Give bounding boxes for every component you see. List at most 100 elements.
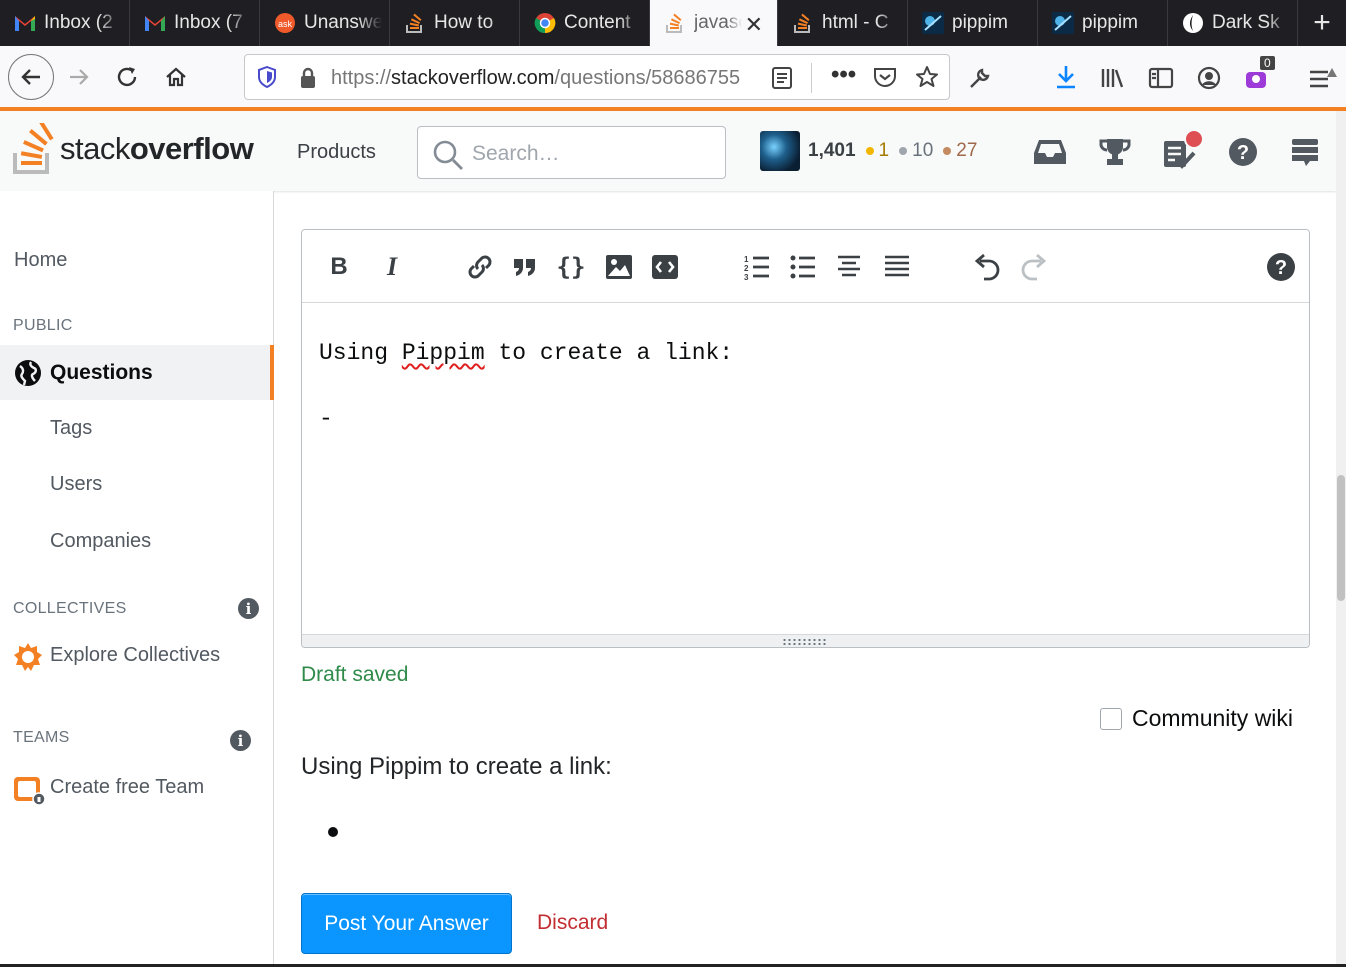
editor-toolbar: B I {} 123 ? (302, 230, 1309, 303)
blockquote-button[interactable] (510, 252, 540, 282)
undo-button[interactable] (972, 252, 1002, 282)
bronze-badge-icon (943, 147, 952, 155)
library-icon[interactable] (1100, 66, 1126, 90)
tab-title: pippim (1082, 12, 1138, 33)
close-tab-icon[interactable]: ✕ (745, 12, 763, 38)
products-menu[interactable]: Products (297, 141, 376, 164)
snippet-icon (652, 255, 678, 279)
sidebar-item-home[interactable]: Home (14, 249, 67, 272)
horizontal-rule-button[interactable] (882, 252, 912, 282)
askubuntu-icon: ask (274, 12, 296, 34)
info-icon[interactable]: i (230, 730, 251, 751)
extension-button[interactable]: 0 (1244, 56, 1275, 92)
browser-tab[interactable]: ask Unanswered (260, 0, 390, 46)
pippim-icon (922, 12, 944, 34)
preview-paragraph: Using Pippim to create a link: (301, 753, 612, 780)
info-icon[interactable]: i (238, 598, 259, 619)
browser-tab[interactable]: pippim (1038, 0, 1168, 46)
browser-tab[interactable]: How to (390, 0, 520, 46)
bold-button[interactable]: B (324, 252, 354, 282)
tab-title: How to (434, 12, 494, 33)
editor-help-button[interactable]: ? (1266, 252, 1296, 282)
page-scrollbar[interactable] (1336, 111, 1346, 967)
lock-icon[interactable] (299, 67, 317, 89)
link-button[interactable] (465, 252, 495, 282)
browser-tab[interactable]: Inbox (2 (0, 0, 130, 46)
url-bar[interactable]: https://stackoverflow.com/questions/5868… (244, 54, 950, 100)
svg-text:2: 2 (744, 264, 749, 273)
download-icon[interactable] (1054, 64, 1078, 90)
sidebar-item-create-team[interactable]: Create free Team (50, 776, 204, 799)
code-button[interactable]: {} (556, 252, 586, 282)
sidebar-heading-collectives: COLLECTIVES (13, 600, 127, 617)
stackoverflow-icon (404, 12, 426, 34)
forward-button[interactable] (58, 56, 100, 98)
heading-button[interactable] (834, 252, 864, 282)
stackoverflow-logo[interactable]: stackoverflow (12, 123, 254, 175)
inbox-button[interactable] (1031, 133, 1069, 171)
tab-title: html - C (822, 12, 889, 33)
new-tab-button[interactable]: + (1298, 0, 1346, 46)
browser-tab[interactable]: html - C (778, 0, 908, 46)
globe-icon (15, 360, 41, 386)
image-button[interactable] (604, 252, 634, 282)
sidebar-item-label: Questions (50, 361, 153, 384)
answer-textarea[interactable]: Using Pippim to create a link: - (319, 320, 733, 452)
url-text[interactable]: https://stackoverflow.com/questions/5868… (331, 67, 761, 90)
pocket-icon[interactable] (873, 66, 897, 88)
snippet-button[interactable] (650, 252, 680, 282)
sidebar-item-tags[interactable]: Tags (50, 417, 92, 440)
logo-text-light: stack (60, 131, 130, 166)
scrollbar-thumb[interactable] (1337, 475, 1345, 601)
browser-tab[interactable]: pippim (908, 0, 1038, 46)
community-wiki-label[interactable]: Community wiki (1132, 705, 1293, 732)
pippim-icon (1052, 12, 1074, 34)
resize-grip[interactable] (302, 634, 1309, 647)
sidebar-item-explore-collectives[interactable]: Explore Collectives (50, 644, 220, 667)
account-icon[interactable] (1196, 65, 1222, 91)
search-input[interactable]: Search… (417, 126, 726, 179)
horizontal-rule-icon (885, 255, 909, 277)
shield-icon[interactable] (257, 66, 277, 88)
community-wiki-option[interactable]: Community wiki (1100, 705, 1293, 732)
browser-tab-active[interactable]: javascript ✕ (650, 0, 778, 46)
italic-button[interactable]: I (377, 252, 407, 282)
silver-badge-count: 10 (912, 140, 934, 161)
browser-navbar: https://stackoverflow.com/questions/5868… (0, 46, 1346, 108)
sidebar-item-users[interactable]: Users (50, 473, 102, 496)
browser-tab[interactable]: Content (520, 0, 650, 46)
user-profile[interactable]: 1,401 1 10 27 (760, 131, 977, 171)
home-button[interactable] (155, 56, 197, 98)
bookmark-star-icon[interactable] (915, 65, 939, 89)
url-host: stackoverflow.com (391, 67, 555, 89)
bronze-badges: 27 (943, 140, 977, 162)
sidebar-item-companies[interactable]: Companies (50, 530, 151, 553)
menu-icon[interactable] (1308, 66, 1338, 92)
achievements-button[interactable] (1096, 133, 1134, 171)
collectives-icon (14, 643, 42, 671)
bulleted-list-icon (790, 255, 815, 279)
help-button[interactable]: ? (1224, 133, 1262, 171)
back-button[interactable] (8, 54, 54, 100)
tab-title: Unanswered (304, 12, 382, 33)
redo-button[interactable] (1019, 252, 1049, 282)
sidebar-toggle-icon[interactable] (1148, 66, 1174, 90)
heading-icon (838, 255, 860, 277)
wrench-icon[interactable] (968, 66, 992, 90)
sidebar-item-questions[interactable]: Questions (0, 345, 274, 400)
numbered-list-button[interactable]: 123 (742, 252, 772, 282)
reload-button[interactable] (106, 56, 148, 98)
reader-view-icon[interactable] (771, 66, 793, 90)
silver-badges: 10 (899, 140, 933, 162)
more-actions-icon[interactable]: ••• (831, 61, 856, 89)
site-switcher-button[interactable] (1286, 133, 1324, 171)
tab-title: Inbox (7 (174, 12, 243, 33)
community-wiki-checkbox[interactable] (1100, 707, 1122, 730)
review-queues-button[interactable] (1160, 129, 1204, 171)
bronze-badge-count: 27 (956, 140, 978, 161)
bulleted-list-button[interactable] (788, 252, 818, 282)
post-answer-button[interactable]: Post Your Answer (301, 893, 512, 954)
discard-link[interactable]: Discard (537, 911, 608, 935)
browser-tab[interactable]: Inbox (7 (130, 0, 260, 46)
browser-tab[interactable]: Dark Sk (1168, 0, 1298, 46)
